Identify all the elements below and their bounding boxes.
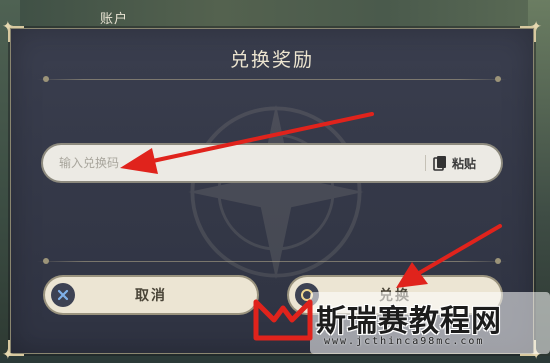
top-divider	[37, 76, 507, 82]
divider-dot	[495, 76, 501, 82]
emblem-watermark-icon	[188, 104, 364, 280]
bottom-divider	[37, 258, 507, 264]
dialog-title: 兑换奖励	[229, 49, 314, 71]
paste-button[interactable]: 粘贴	[433, 151, 491, 175]
star-ornament-icon: ✦	[2, 19, 14, 35]
divider-dot	[43, 258, 49, 264]
input-separator	[425, 155, 426, 171]
redeem-code-input-box: 粘贴	[43, 145, 501, 181]
watermark-text: 斯瑞赛教程网	[316, 304, 502, 339]
cancel-button[interactable]: 取消	[45, 277, 257, 313]
site-watermark: 斯瑞赛教程网 www.jcthinca98mc.com	[252, 292, 550, 356]
paste-label: 粘贴	[452, 156, 477, 171]
cancel-label: 取消	[135, 288, 167, 304]
redeem-code-input[interactable]	[59, 145, 419, 181]
watermark-logo-icon	[253, 299, 313, 341]
divider-dot	[43, 76, 49, 82]
background-account-label: 账户	[100, 12, 129, 27]
star-ornament-icon: ✦	[530, 19, 542, 35]
clipboard-icon	[433, 156, 446, 171]
watermark-url: www.jcthinca98mc.com	[324, 336, 485, 347]
divider-dot	[495, 258, 501, 264]
star-ornament-icon: ✦	[2, 347, 14, 363]
